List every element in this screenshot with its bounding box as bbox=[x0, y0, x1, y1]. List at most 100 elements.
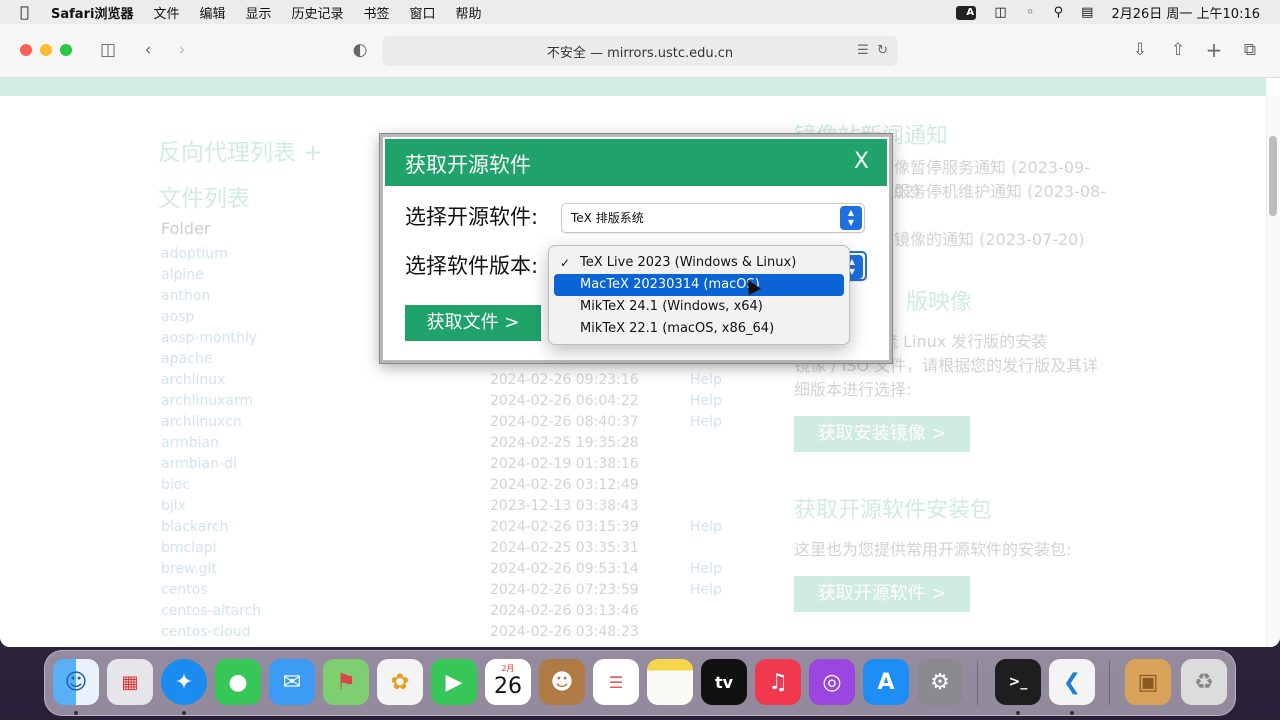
version-label: 选择软件版本: bbox=[405, 254, 539, 278]
mirror-name[interactable]: brew.git bbox=[161, 559, 217, 580]
version-option-miktex-mac[interactable]: MikTeX 22.1 (macOS, x86_64) bbox=[554, 318, 844, 340]
downloads-icon[interactable]: ⇩ bbox=[1130, 40, 1150, 60]
mirror-help-link[interactable]: Help bbox=[690, 370, 722, 391]
back-icon[interactable]: ‹ bbox=[140, 40, 156, 60]
table-row: centos-altarch 2024-02-26 03:13:46 bbox=[161, 601, 731, 622]
mirror-help-link[interactable]: Help bbox=[690, 559, 722, 580]
minimize-window-button[interactable] bbox=[40, 44, 52, 56]
menu-file[interactable]: 文件 bbox=[143, 3, 189, 22]
news-item-3[interactable]: 镜像的通知 (2023-07-20) bbox=[894, 228, 1085, 252]
control-center-icon[interactable]: ▤ bbox=[1072, 5, 1102, 20]
calendar-day: 26 bbox=[494, 674, 522, 699]
iso-title: 版映像 bbox=[906, 290, 973, 315]
mirror-name[interactable]: centos-altarch bbox=[161, 601, 261, 622]
podcasts-icon[interactable]: ◎ bbox=[809, 659, 855, 705]
mirror-name[interactable]: centos-cloud bbox=[161, 622, 251, 643]
mirror-name[interactable]: apache bbox=[161, 349, 212, 370]
scrollbar-thumb[interactable] bbox=[1269, 136, 1277, 216]
menu-help[interactable]: 帮助 bbox=[446, 3, 492, 22]
new-tab-icon[interactable]: + bbox=[1204, 40, 1224, 60]
mirror-name[interactable]: blackarch bbox=[161, 517, 229, 538]
contacts-icon[interactable]: ☻ bbox=[539, 659, 585, 705]
apple-menu-icon[interactable]:  bbox=[0, 3, 41, 21]
translate-icon[interactable]: ☰ bbox=[857, 43, 869, 58]
proxy-list-title[interactable]: 反向代理列表 + bbox=[158, 130, 323, 176]
share-icon[interactable]: ⇧ bbox=[1168, 40, 1188, 60]
version-option-miktex-win[interactable]: MikTeX 24.1 (Windows, x64) bbox=[554, 296, 844, 318]
close-window-button[interactable] bbox=[20, 44, 32, 56]
software-label: 选择开源软件: bbox=[405, 205, 539, 229]
trash-icon[interactable]: ♻ bbox=[1181, 659, 1227, 705]
mirror-name[interactable]: bioc bbox=[161, 475, 190, 496]
page-scrollbar[interactable] bbox=[1266, 96, 1280, 647]
finder-icon[interactable]: ☺ bbox=[53, 659, 99, 705]
mirror-name[interactable]: centos bbox=[161, 580, 208, 601]
tab-overview-icon[interactable]: ⧉ bbox=[1240, 40, 1260, 60]
mirror-name[interactable]: archlinuxcn bbox=[161, 412, 242, 433]
mail-icon[interactable]: ✉ bbox=[269, 659, 315, 705]
mirror-name[interactable]: archlinux bbox=[161, 370, 225, 391]
menu-clock[interactable]: 2月26日 周一 上午10:16 bbox=[1102, 3, 1280, 22]
menu-view[interactable]: 显示 bbox=[235, 3, 281, 22]
mirror-name[interactable]: armbian-dl bbox=[161, 454, 237, 475]
terminal-running-dot bbox=[1016, 711, 1020, 715]
mirror-help-link[interactable]: Help bbox=[690, 580, 722, 601]
maps-icon[interactable]: ⚑ bbox=[323, 659, 369, 705]
wifi-icon[interactable]: ⚬ bbox=[1016, 5, 1045, 20]
mirror-name[interactable]: armbian bbox=[161, 433, 219, 454]
software-select[interactable]: TeX 排版系统 ▲ ▼ bbox=[561, 203, 865, 233]
menu-window[interactable]: 窗口 bbox=[400, 3, 446, 22]
vscode-icon[interactable]: ❮ bbox=[1049, 659, 1095, 705]
menu-app-name[interactable]: Safari浏览器 bbox=[41, 3, 143, 22]
mirror-name[interactable]: anthon bbox=[161, 286, 210, 307]
mirror-name[interactable]: bmclapi bbox=[161, 538, 216, 559]
privacy-shield-icon[interactable]: ◐ bbox=[350, 40, 370, 60]
menu-bookmarks[interactable]: 书签 bbox=[354, 3, 400, 22]
mirror-help-link[interactable]: Help bbox=[690, 412, 722, 433]
facetime-icon[interactable]: ▶ bbox=[431, 659, 477, 705]
table-row: bjlx 2023-12-13 03:38:43 bbox=[161, 496, 731, 517]
get-file-button[interactable]: 获取文件 > bbox=[405, 305, 541, 341]
screen-mirroring-icon[interactable]: ◫ bbox=[985, 5, 1015, 20]
get-software-button[interactable]: 获取开源软件 > bbox=[794, 576, 970, 612]
news-item-2[interactable]: 服务停机维护通知 (2023-08- bbox=[894, 180, 1106, 204]
input-method-icon[interactable]: A bbox=[947, 4, 985, 20]
mirror-name[interactable]: aosp-monthly bbox=[161, 328, 257, 349]
mirror-help-link[interactable]: Help bbox=[690, 391, 722, 412]
messages-icon[interactable]: ● bbox=[215, 659, 261, 705]
finder-running-dot bbox=[74, 711, 78, 715]
notes-icon[interactable] bbox=[647, 659, 693, 705]
dialog-close-button[interactable]: X bbox=[854, 149, 869, 174]
mirror-name[interactable]: aosp bbox=[161, 307, 194, 328]
tv-icon[interactable]: tv bbox=[701, 659, 747, 705]
address-bar[interactable]: 不安全 — mirrors.ustc.edu.cn ☰ ↻ bbox=[382, 36, 898, 66]
zoom-window-button[interactable] bbox=[60, 44, 72, 56]
photos-icon[interactable]: ✿ bbox=[377, 659, 423, 705]
reload-icon[interactable]: ↻ bbox=[877, 43, 888, 58]
mirror-name[interactable]: bjlx bbox=[161, 496, 186, 517]
spotlight-search-icon[interactable]: ⚲ bbox=[1045, 5, 1073, 20]
forward-icon[interactable]: › bbox=[174, 40, 190, 60]
mirror-updated: 2024-02-26 09:53:14 bbox=[490, 561, 639, 577]
mirror-name[interactable]: archlinuxarm bbox=[161, 391, 253, 412]
terminal-icon[interactable]: >_ bbox=[995, 659, 1041, 705]
mirror-name[interactable]: alpine bbox=[161, 265, 204, 286]
mirror-updated: 2024-02-25 19:35:28 bbox=[490, 435, 639, 451]
sidebar-toggle-icon[interactable]: ◫ bbox=[96, 40, 120, 60]
settings-icon[interactable]: ⚙ bbox=[917, 659, 963, 705]
version-option-texlive[interactable]: ✓ TeX Live 2023 (Windows & Linux) bbox=[554, 252, 844, 274]
safari-icon[interactable]: ✦ bbox=[161, 659, 207, 705]
calendar-icon[interactable]: 2月 26 bbox=[485, 659, 531, 705]
music-icon[interactable]: ♫ bbox=[755, 659, 801, 705]
mirror-help-link[interactable]: Help bbox=[690, 517, 722, 538]
appstore-icon[interactable]: A bbox=[863, 659, 909, 705]
menu-history[interactable]: 历史记录 bbox=[282, 3, 354, 22]
mirror-updated: 2024-02-26 03:15:39 bbox=[490, 519, 639, 535]
get-iso-button[interactable]: 获取安装镜像 > bbox=[794, 416, 970, 452]
installer-icon[interactable]: ▣ bbox=[1125, 659, 1171, 705]
reminders-icon[interactable]: ☰ bbox=[593, 659, 639, 705]
launchpad-icon[interactable]: ▦ bbox=[107, 659, 153, 705]
version-option-mactex[interactable]: MacTeX 20230314 (macOS) bbox=[554, 274, 844, 296]
mirror-name[interactable]: adoptium bbox=[161, 244, 228, 265]
menu-edit[interactable]: 编辑 bbox=[189, 3, 235, 22]
